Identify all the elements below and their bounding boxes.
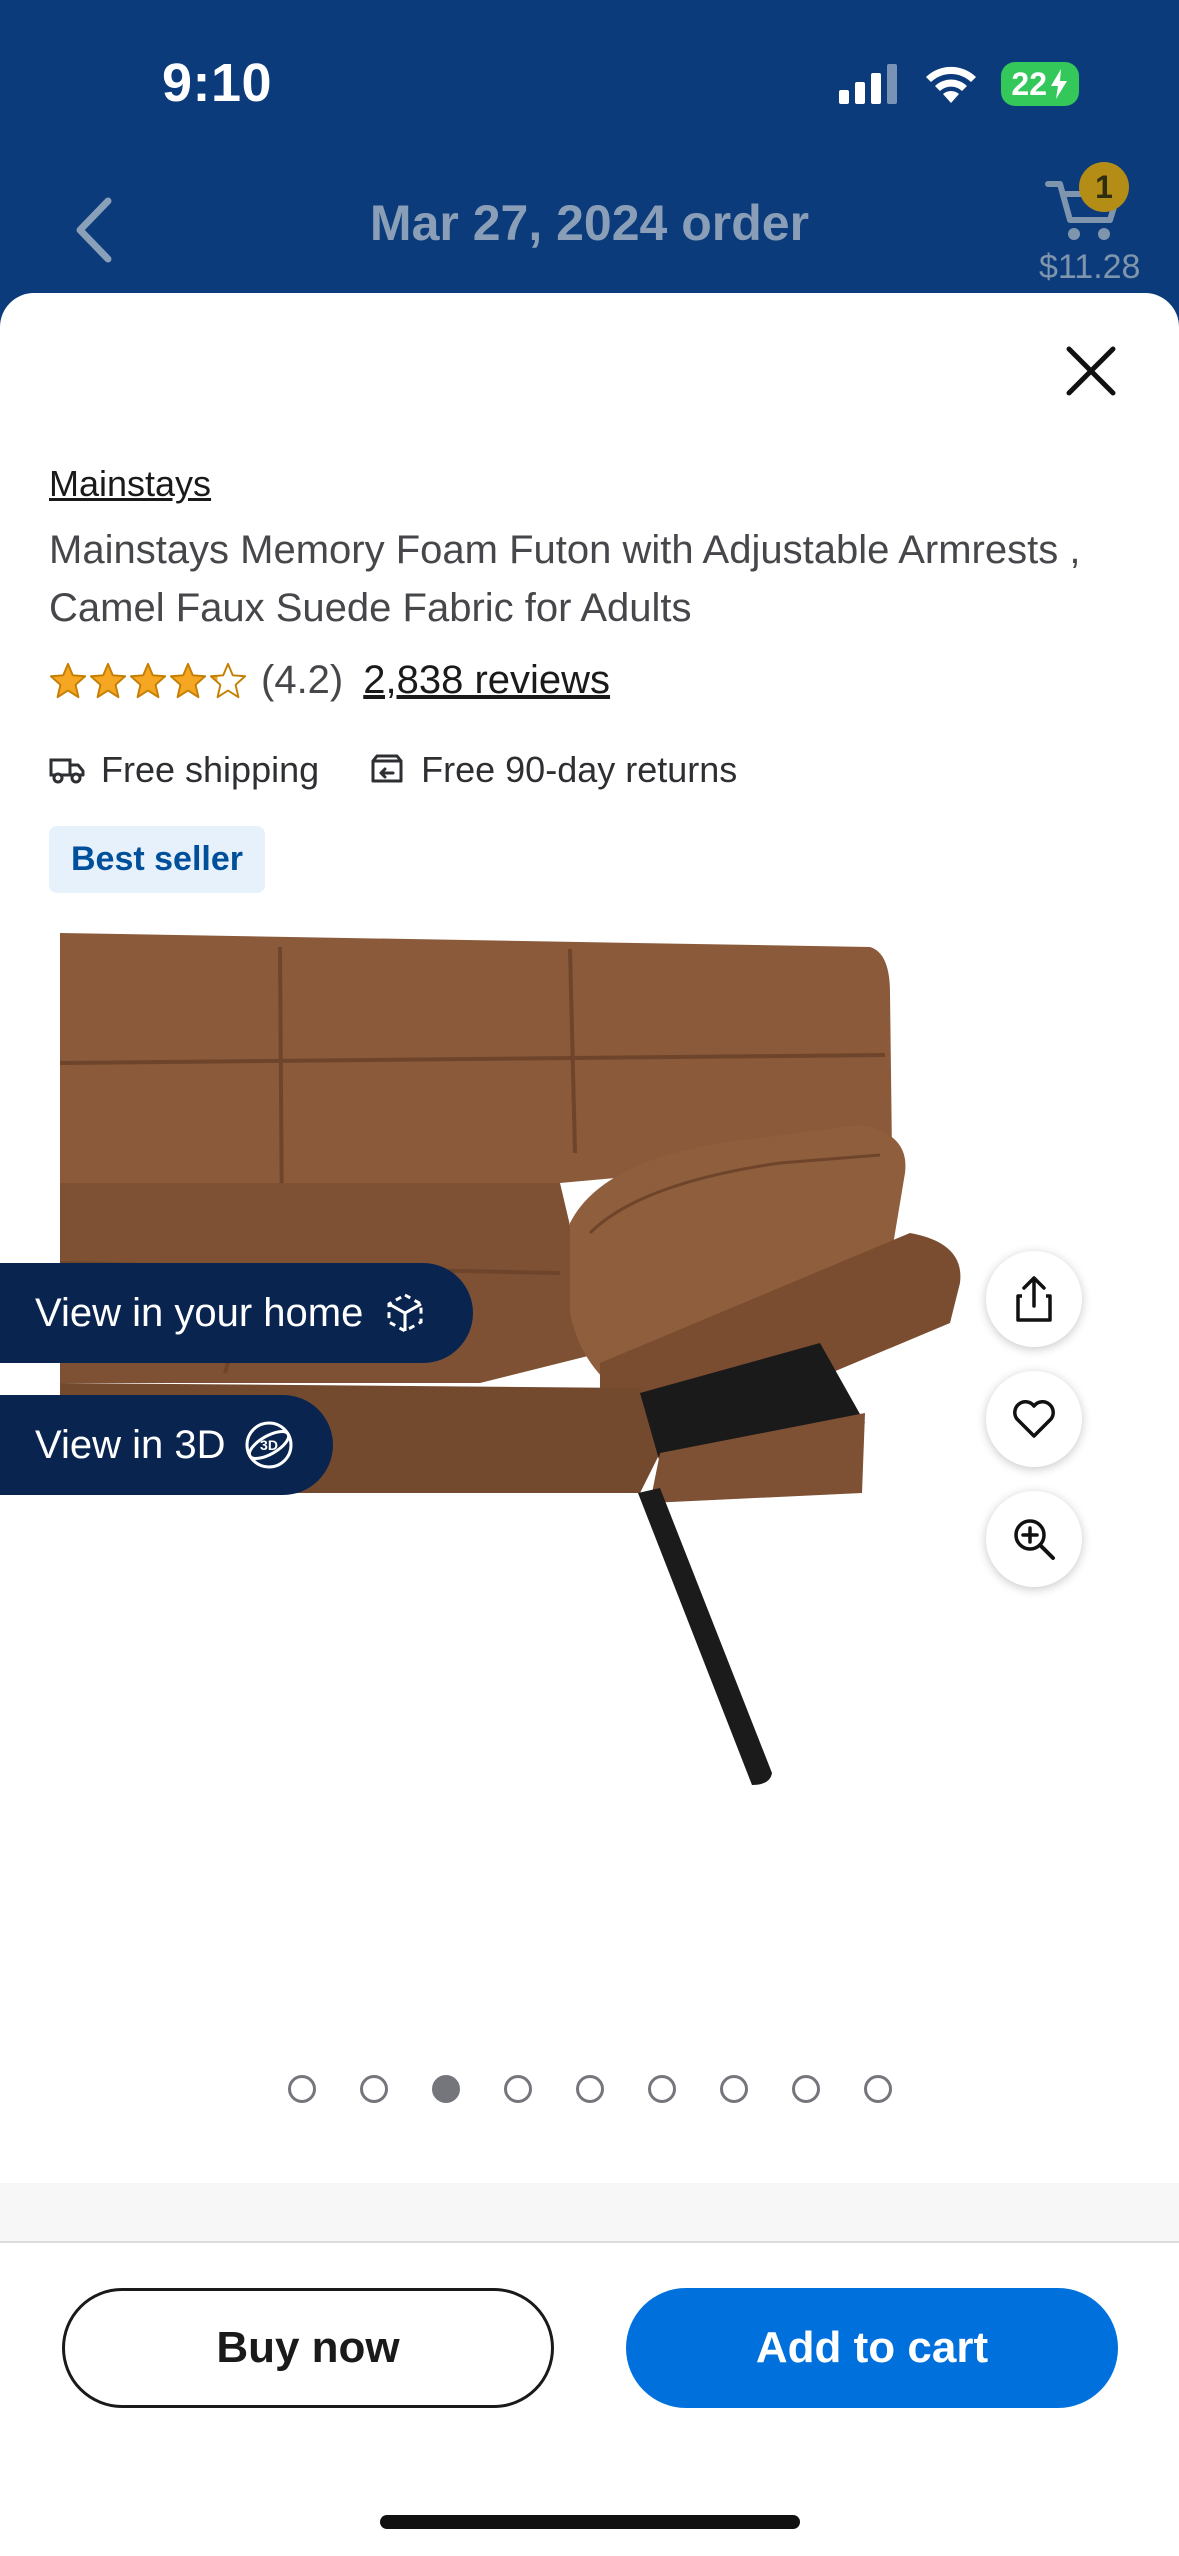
status-icons: 22 <box>839 62 1079 106</box>
best-seller-badge: Best seller <box>49 826 265 893</box>
carousel-dot[interactable] <box>431 2075 460 2103</box>
returns-icon <box>371 754 403 783</box>
cart-count-badge: 1 <box>1079 162 1129 212</box>
buy-now-button[interactable]: Buy now <box>62 2288 554 2408</box>
status-bar: 9:10 22 <box>0 0 1179 170</box>
carousel-dot[interactable] <box>359 2075 388 2103</box>
view-in-home-label: View in your home <box>35 1290 364 1335</box>
add-to-cart-button[interactable]: Add to cart <box>626 2288 1118 2408</box>
carousel-dot[interactable] <box>503 2075 532 2103</box>
rating-value: (4.2) <box>261 658 344 702</box>
carousel-dot[interactable] <box>287 2075 316 2103</box>
carousel-dot[interactable] <box>647 2075 676 2103</box>
cart-button[interactable]: 1 $11.28 <box>1039 162 1141 290</box>
rating-row: (4.2) 2,838 reviews <box>49 658 610 703</box>
star-icon <box>209 662 247 698</box>
star-icon <box>169 662 207 698</box>
nav-header: Mar 27, 2024 order 1 $11.28 <box>0 162 1179 300</box>
star-icon <box>89 662 127 698</box>
free-shipping-label: Free shipping <box>101 749 320 790</box>
charging-bolt-icon <box>1051 69 1067 99</box>
close-icon[interactable] <box>1063 343 1119 399</box>
svg-text:3D: 3D <box>261 1437 279 1453</box>
free-returns-label: Free 90-day returns <box>421 749 738 790</box>
star-icon <box>129 662 167 698</box>
carousel-dot[interactable] <box>575 2075 604 2103</box>
carousel-dot[interactable] <box>863 2075 892 2103</box>
view-in-3d-label: View in 3D <box>35 1422 226 1467</box>
carousel-dot[interactable] <box>791 2075 820 2103</box>
page-title: Mar 27, 2024 order <box>369 195 810 251</box>
3d-rotate-icon: 3D <box>243 1419 295 1471</box>
battery-level: 22 <box>1011 65 1047 102</box>
star-rating <box>49 662 247 700</box>
share-icon <box>1016 1276 1052 1322</box>
brand-link[interactable]: Mainstays <box>49 463 211 505</box>
free-returns: Free 90-day returns <box>369 749 737 791</box>
home-indicator <box>380 2515 800 2529</box>
view-in-3d-button[interactable]: View in 3D 3D <box>0 1395 333 1495</box>
product-sheet: Mainstays Mainstays Memory Foam Futon wi… <box>0 293 1179 2556</box>
perks-row: Free shipping Free 90-day returns <box>49 749 787 791</box>
favorite-button[interactable] <box>986 1371 1082 1467</box>
status-time: 9:10 <box>162 53 273 113</box>
product-title: Mainstays Memory Foam Futon with Adjusta… <box>49 528 1081 630</box>
screen: 9:10 22 Mar 27, 2024 order 1 $11.28 Main… <box>0 0 1179 2556</box>
view-in-home-button[interactable]: View in your home <box>0 1263 473 1363</box>
zoom-in-icon <box>1014 1519 1055 1560</box>
reviews-link[interactable]: 2,838 reviews <box>363 658 610 703</box>
carousel-dot[interactable] <box>719 2075 748 2103</box>
wifi-icon <box>926 66 977 103</box>
battery-indicator: 22 <box>1001 62 1079 106</box>
zoom-button[interactable] <box>986 1491 1082 1587</box>
carousel-dots[interactable] <box>0 2075 1179 2103</box>
heart-icon <box>1013 1400 1055 1438</box>
ar-cube-icon <box>381 1289 429 1337</box>
cart-amount: $11.28 <box>1039 248 1141 286</box>
section-divider <box>0 2183 1179 2243</box>
signal-icon <box>839 64 898 104</box>
truck-icon <box>49 758 85 784</box>
star-icon <box>49 662 87 698</box>
free-shipping: Free shipping <box>49 749 319 791</box>
share-button[interactable] <box>986 1251 1082 1347</box>
product-image-carousel[interactable]: View in your home View in 3D 3D <box>0 933 1179 2033</box>
